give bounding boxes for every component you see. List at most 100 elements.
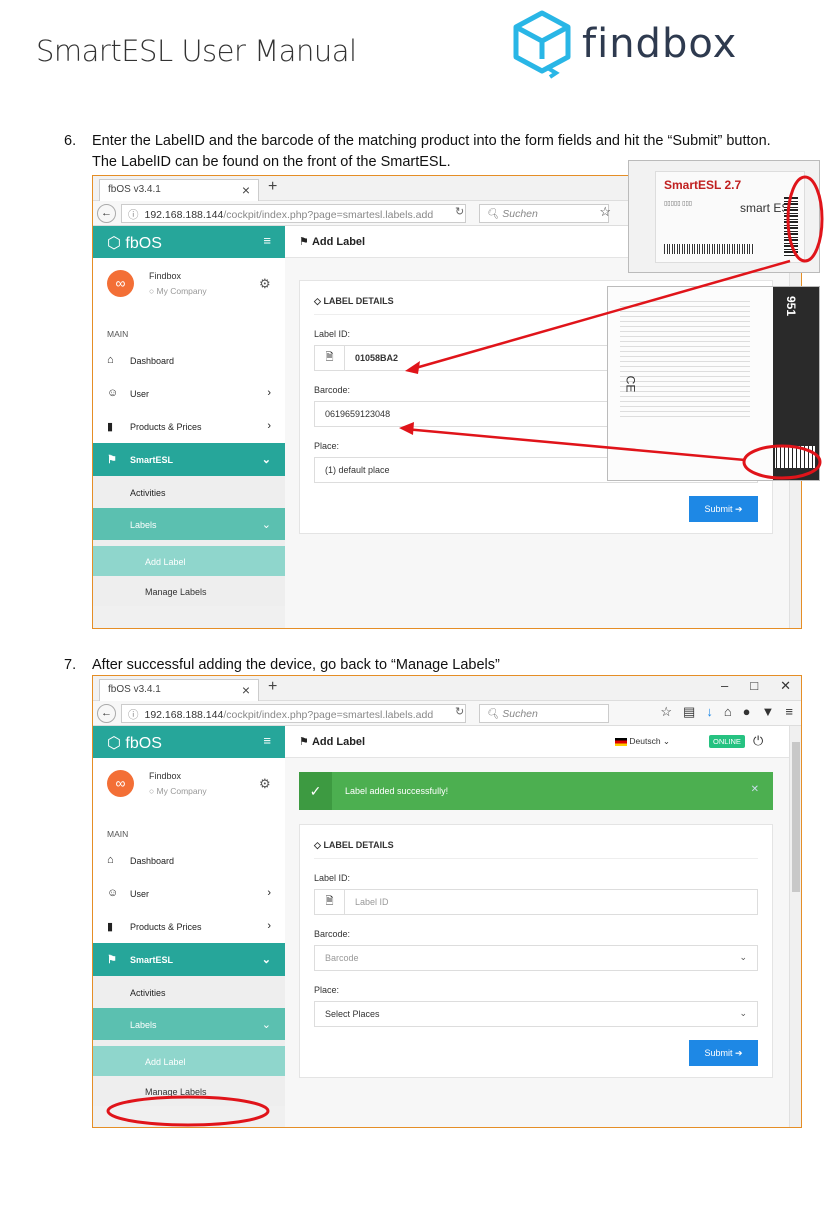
sidebar-item-products[interactable]: ▮ Products & Prices › <box>93 910 285 943</box>
product-box-photo: CE 951 <box>607 286 820 481</box>
bookmark-star-icon[interactable]: ☆ <box>660 704 672 720</box>
gear-icon[interactable]: ⚙ <box>259 276 271 292</box>
barcode-graphic <box>664 244 754 254</box>
nav-label: Products & Prices <box>130 422 202 432</box>
address-bar[interactable]: ⓘ 192.168.188.144/cockpit/index.php?page=… <box>121 704 466 723</box>
gear-icon[interactable]: ⚙ <box>259 776 271 792</box>
card-title-text: LABEL DETAILS <box>323 296 394 306</box>
check-icon: ✓ <box>299 772 332 810</box>
download-icon[interactable]: ↓ <box>706 704 713 720</box>
alert-message: Label added successfully! <box>345 786 449 796</box>
sidebar-item-manage-labels[interactable]: Manage Labels <box>93 1076 285 1106</box>
submit-label: Submit <box>704 1048 733 1058</box>
scrollbar-thumb[interactable] <box>792 742 800 892</box>
sidebar-item-dashboard[interactable]: ⌂ Dashboard <box>93 844 285 877</box>
close-icon[interactable]: ✕ <box>751 784 759 795</box>
place-value: (1) default place <box>325 465 390 475</box>
search-input[interactable]: 🔍︎ Suchen <box>479 704 609 723</box>
search-input[interactable]: 🔍︎ Suchen <box>479 204 609 223</box>
new-tab-icon[interactable]: + <box>268 178 277 196</box>
menu-icon[interactable]: ≡ <box>263 233 271 248</box>
search-placeholder: Suchen <box>502 208 538 220</box>
barcode-select[interactable]: Barcode ⌄ <box>314 945 758 971</box>
reload-icon[interactable]: ↻ <box>455 705 464 718</box>
label-id-label: Label ID: <box>314 873 351 883</box>
sidebar-item-smartesl[interactable]: ⚑ SmartESL ⌄ <box>93 943 285 976</box>
screenshot-add-label-success: fbOS v3.4.1 × + – □ ✕ ← ⓘ 192.168.188.144/co… <box>92 675 802 1128</box>
chevron-right-icon: › <box>267 887 271 899</box>
language-selector[interactable]: Deutsch ⌄ <box>615 736 670 747</box>
sidebar-item-activities[interactable]: Activities <box>93 476 285 508</box>
minimize-icon[interactable]: – <box>721 678 728 694</box>
label-id-barcode-graphic <box>784 196 798 256</box>
sidebar-item-labels[interactable]: Labels ⌄ <box>93 508 285 540</box>
profile-company: ○ My Company <box>149 786 207 796</box>
chevron-down-icon: ⌄ <box>739 1008 747 1018</box>
submit-button[interactable]: Submit ➔ <box>689 496 758 522</box>
browser-tab[interactable]: fbOS v3.4.1 × <box>99 679 259 701</box>
avatar[interactable]: ∞ <box>107 270 134 297</box>
sidebar-item-user[interactable]: ☺ User › <box>93 377 285 410</box>
back-icon[interactable]: ← <box>97 204 116 223</box>
menu-icon[interactable]: ≡ <box>263 733 271 748</box>
label-details-card: ◇ LABEL DETAILS Label ID: 🗎︎ Label ID Bar… <box>299 824 773 1078</box>
user-icon: ☺ <box>107 387 119 399</box>
nav-heading: MAIN <box>93 314 285 344</box>
tab-title: fbOS v3.4.1 <box>108 184 161 195</box>
smartesl-photo: SmartESL 2.7 ▯▯▯▯▯ ▯▯▯ smart ESL <box>628 160 820 273</box>
back-icon[interactable]: ← <box>97 704 116 723</box>
cube-icon: ⬡ <box>107 735 121 752</box>
logo-wordmark: findbox <box>582 21 738 67</box>
success-alert: ✓ Label added successfully! ✕ <box>299 772 773 810</box>
main-content: ⚑ Add Label Deutsch ⌄ ONLINE ⏻ ✓ Label a… <box>285 726 801 1127</box>
sidebar-item-activities[interactable]: Activities <box>93 976 285 1008</box>
sidebar-item-user[interactable]: ☺ User › <box>93 877 285 910</box>
label-id-field[interactable]: 🗎︎ Label ID <box>314 889 758 915</box>
sidebar: ⬡ fbOS ≡ ∞ Findbox ○ My Company ⚙ MAIN ⌂ D… <box>93 726 285 1127</box>
submit-button[interactable]: Submit ➔ <box>689 1040 758 1066</box>
close-window-icon[interactable]: ✕ <box>780 678 791 694</box>
close-icon[interactable]: × <box>242 682 250 698</box>
home-icon[interactable]: ⌂ <box>724 704 732 720</box>
sidebar-item-add-label[interactable]: Add Label <box>93 1046 285 1076</box>
button-row: Submit ➔ <box>300 483 772 533</box>
maximize-icon[interactable]: □ <box>750 678 758 694</box>
close-icon[interactable]: × <box>242 182 250 198</box>
profile-company: ○ My Company <box>149 286 207 296</box>
sidebar-item-manage-labels[interactable]: Manage Labels <box>93 576 285 606</box>
browser-tab[interactable]: fbOS v3.4.1 × <box>99 179 259 201</box>
sidebar-item-add-label[interactable]: Add Label <box>93 546 285 576</box>
page-title-text: Add Label <box>311 736 366 748</box>
reload-icon[interactable]: ↻ <box>455 205 464 218</box>
barcode-value: 0619659123048 <box>325 409 391 419</box>
info-icon: ⓘ <box>128 709 139 721</box>
flag-de-icon <box>615 737 627 746</box>
company-text: My Company <box>156 286 207 296</box>
home-icon: ⌂ <box>107 354 114 366</box>
brand-name: fbOS <box>125 235 162 252</box>
bookmark-star-icon[interactable]: ☆ <box>599 204 611 220</box>
sidebar: ⬡ fbOS ≡ ∞ Findbox ○ My Company ⚙ MAIN ⌂ D… <box>93 226 285 628</box>
sidebar-item-dashboard[interactable]: ⌂ Dashboard <box>93 344 285 377</box>
sidebar-item-labels[interactable]: Labels ⌄ <box>93 1008 285 1040</box>
tag-icon: ⚑ <box>107 454 117 466</box>
barcode-placeholder: Barcode <box>325 953 359 963</box>
brand-bar: ⬡ fbOS ≡ <box>93 226 285 258</box>
product-icon: ▮ <box>107 921 114 933</box>
place-select[interactable]: Select Places ⌄ <box>314 1001 758 1027</box>
sidebar-item-smartesl[interactable]: ⚑ SmartESL ⌄ <box>93 443 285 476</box>
sidebar-item-products[interactable]: ▮ Products & Prices › <box>93 410 285 443</box>
new-tab-icon[interactable]: + <box>268 678 277 696</box>
location-icon: ○ <box>149 286 155 296</box>
address-bar[interactable]: ⓘ 192.168.188.144/cockpit/index.php?page=… <box>121 204 466 223</box>
nav-label: Labels <box>130 520 157 530</box>
menu-icon[interactable]: ≡ <box>785 704 793 720</box>
step-number: 6. <box>64 133 77 149</box>
avatar[interactable]: ∞ <box>107 770 134 797</box>
reading-list-icon[interactable]: ▤ <box>683 704 695 720</box>
power-icon[interactable]: ⏻ <box>753 733 763 749</box>
scrollbar[interactable] <box>789 726 801 1127</box>
findbox-logo: findbox <box>510 8 737 80</box>
pocket-icon[interactable]: ▼ <box>762 704 775 720</box>
chat-icon[interactable]: ● <box>743 704 751 720</box>
